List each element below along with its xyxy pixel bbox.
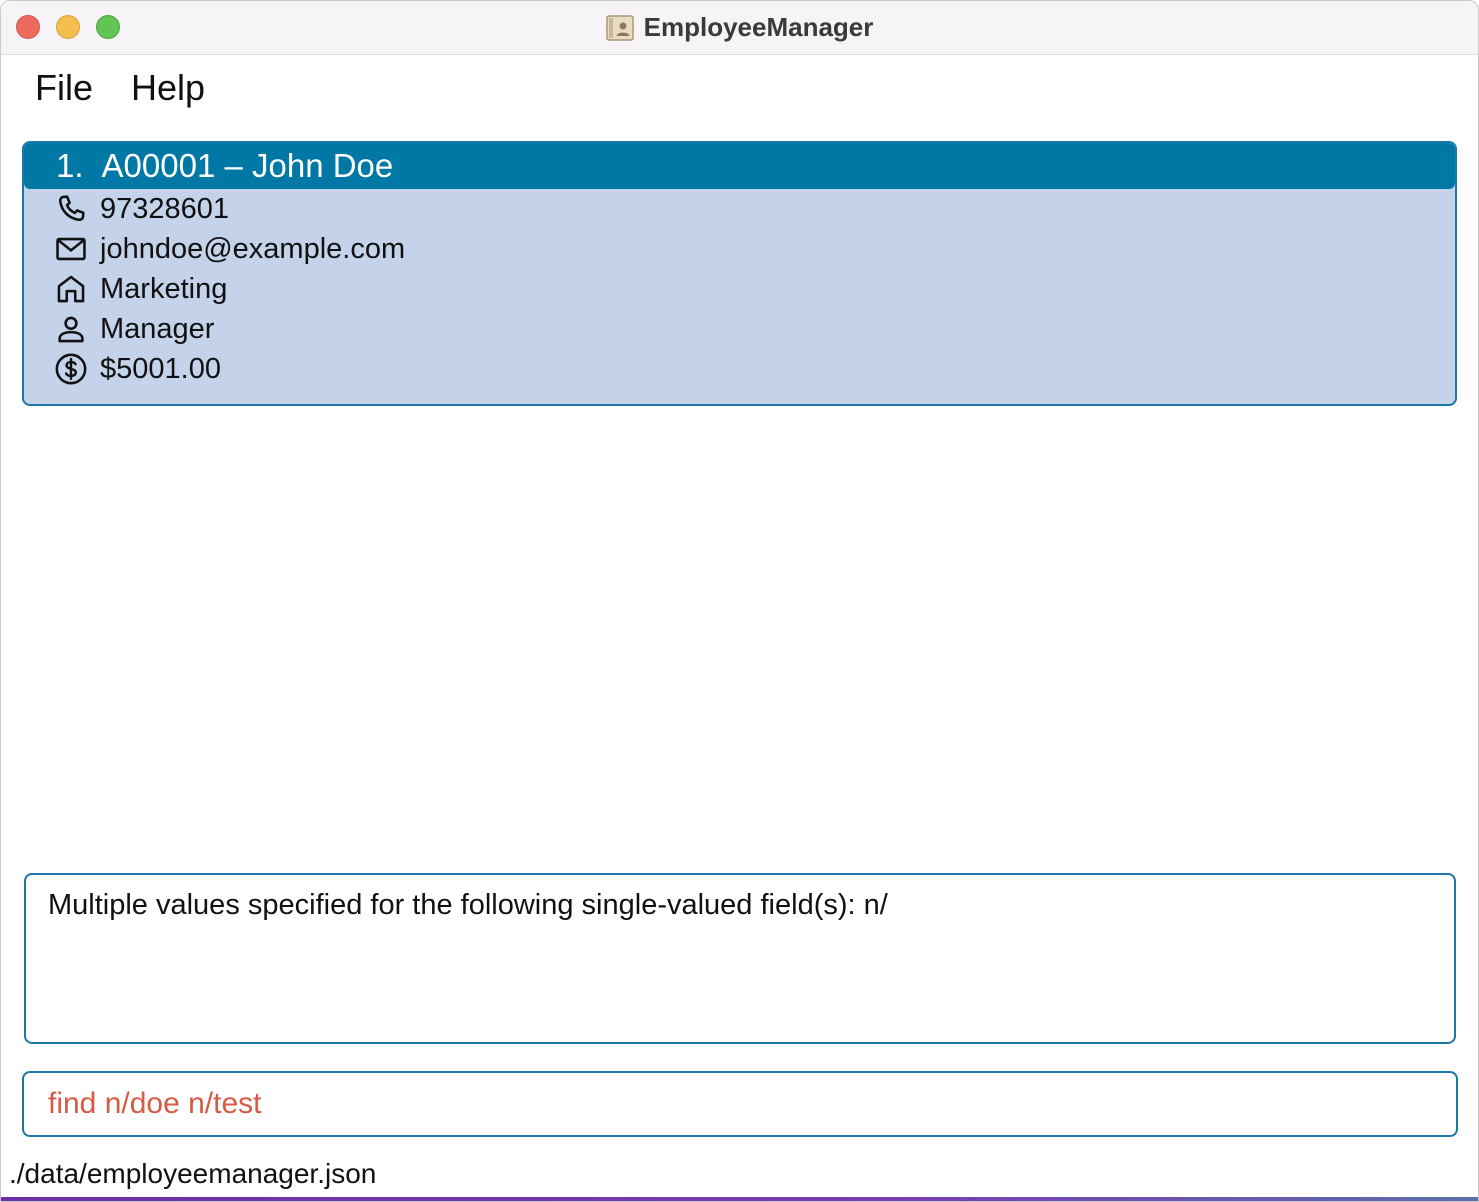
title-bar[interactable]: EmployeeManager: [1, 1, 1478, 55]
window-title-group: EmployeeManager: [1, 1, 1478, 54]
home-icon: [54, 272, 92, 306]
result-display[interactable]: Multiple values specified for the follow…: [24, 873, 1456, 1044]
employee-role: Manager: [100, 312, 215, 345]
employee-salary-row: $5001.00: [24, 349, 1455, 389]
result-message: Multiple values specified for the follow…: [48, 889, 888, 921]
mail-icon: [54, 232, 92, 266]
window-title: EmployeeManager: [643, 12, 874, 42]
employee-salary: $5001.00: [100, 352, 221, 385]
menu-file[interactable]: File: [1, 67, 113, 109]
menu-bar: File Help: [1, 61, 225, 115]
employee-email-row: johndoe@example.com: [24, 229, 1455, 269]
employee-id-name: A00001 – John Doe: [101, 147, 394, 184]
app-window: EmployeeManager File Help 1. A00001 – Jo…: [0, 0, 1479, 1202]
employee-department: Marketing: [100, 272, 228, 305]
employee-card[interactable]: 1. A00001 – John Doe 97328601 johndoe@ex…: [22, 141, 1457, 406]
command-box[interactable]: [22, 1071, 1458, 1137]
employee-email: johndoe@example.com: [100, 232, 406, 265]
phone-icon: [54, 192, 92, 226]
dollar-icon: [54, 352, 92, 386]
contact-card-icon: [605, 14, 634, 41]
menu-help[interactable]: Help: [113, 67, 225, 109]
employee-department-row: Marketing: [24, 269, 1455, 309]
employee-card-header: 1. A00001 – John Doe: [24, 143, 1455, 189]
command-input[interactable]: [46, 1086, 1456, 1122]
employee-phone-row: 97328601: [24, 189, 1455, 229]
employee-role-row: Manager: [24, 309, 1455, 349]
desktop-edge: [1, 1197, 1478, 1201]
employee-phone: 97328601: [100, 192, 230, 225]
status-bar-file-path: ./data/employeemanager.json: [9, 1158, 377, 1189]
user-icon: [54, 312, 92, 346]
employee-index: 1.: [56, 147, 84, 184]
